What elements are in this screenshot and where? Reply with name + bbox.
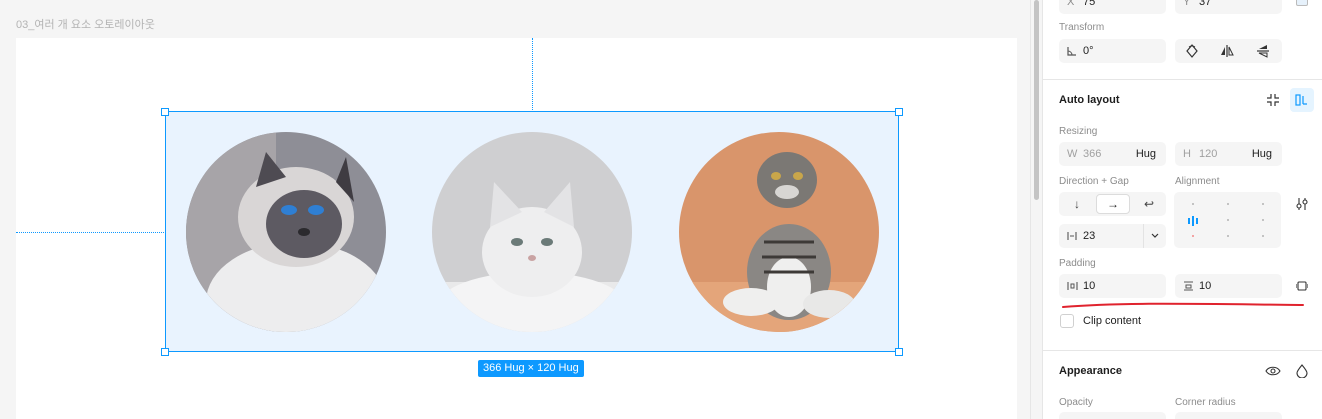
flip-horizontal-icon[interactable] (1215, 39, 1239, 63)
red-underline-annotation (1062, 302, 1304, 308)
flip-vertical-icon[interactable] (1251, 39, 1275, 63)
alignment-label: Alignment (1175, 176, 1220, 187)
clip-content-checkbox[interactable] (1060, 314, 1074, 328)
resize-handle-top-left[interactable] (161, 108, 169, 116)
resize-handle-bottom-left[interactable] (161, 348, 169, 356)
angle-icon (1067, 39, 1077, 65)
cat-image-tabby-cat[interactable] (679, 132, 879, 332)
gap-mode-dropdown[interactable] (1143, 224, 1166, 248)
vertical-padding-field[interactable]: 10 (1175, 274, 1282, 298)
horizontal-padding-icon (1067, 274, 1078, 300)
padding-label: Padding (1059, 258, 1096, 269)
position-x-field[interactable]: X 75 (1059, 0, 1166, 14)
resize-handle-top-right[interactable] (895, 108, 903, 116)
resizing-label: Resizing (1059, 126, 1098, 137)
section-divider (1042, 350, 1322, 351)
section-divider (1042, 79, 1322, 80)
constrain-proportions-icon[interactable] (1296, 0, 1308, 6)
eye-icon[interactable] (1261, 359, 1285, 383)
horizontal-padding-field[interactable]: 10 (1059, 274, 1166, 298)
direction-wrap-button[interactable]: ↩ (1132, 194, 1166, 214)
rotation-field[interactable]: 0° (1059, 39, 1166, 63)
frame-name-label[interactable]: 03_여러 개 요소 오토레이아웃 (16, 16, 155, 32)
vertical-padding-icon (1183, 274, 1194, 300)
cat-image-white-kitten[interactable] (432, 132, 632, 332)
direction-vertical-button[interactable]: ↓ (1060, 194, 1094, 214)
opacity-label: Opacity (1059, 397, 1093, 408)
height-mode-dropdown[interactable]: Hug (1252, 142, 1272, 166)
alignment-indicator-icon (1187, 213, 1199, 226)
gap-icon (1067, 224, 1077, 250)
corner-radius-field[interactable] (1175, 412, 1282, 419)
alignment-grid[interactable] (1174, 192, 1281, 248)
direction-horizontal-button[interactable]: → (1096, 194, 1130, 214)
canvas-scrollbar[interactable] (1030, 0, 1042, 419)
rotate-90-icon[interactable] (1180, 39, 1204, 63)
opacity-field[interactable] (1059, 412, 1166, 419)
width-field[interactable]: W 366 Hug (1059, 142, 1166, 166)
chevron-down-icon (1151, 233, 1159, 238)
alignment-settings-icon[interactable] (1290, 192, 1314, 216)
scrollbar-thumb[interactable] (1034, 0, 1039, 200)
position-y-field[interactable]: Y 37 (1175, 0, 1282, 14)
width-mode-dropdown[interactable]: Hug (1136, 142, 1156, 166)
height-field[interactable]: H 120 Hug (1175, 142, 1282, 166)
corner-radius-label: Corner radius (1175, 397, 1236, 408)
blend-mode-drop-icon[interactable] (1290, 359, 1314, 383)
resize-handle-bottom-right[interactable] (895, 348, 903, 356)
clip-content-label: Clip content (1083, 315, 1142, 327)
auto-layout-settings-icon[interactable] (1290, 88, 1314, 112)
vertical-spacing-guide (532, 38, 533, 110)
cat-image-siamese[interactable] (186, 132, 386, 332)
individual-padding-icon[interactable] (1290, 274, 1314, 298)
auto-layout-heading: Auto layout (1059, 94, 1120, 106)
design-canvas[interactable]: 03_여러 개 요소 오토레이아웃 366 Hug × 120 Hug (0, 0, 1030, 419)
horizontal-spacing-guide (16, 232, 164, 233)
transform-label: Transform (1059, 22, 1105, 33)
direction-gap-label: Direction + Gap (1059, 176, 1129, 187)
appearance-heading: Appearance (1059, 365, 1122, 377)
remove-auto-layout-icon[interactable] (1261, 88, 1285, 112)
selection-size-badge: 366 Hug × 120 Hug (478, 360, 584, 377)
